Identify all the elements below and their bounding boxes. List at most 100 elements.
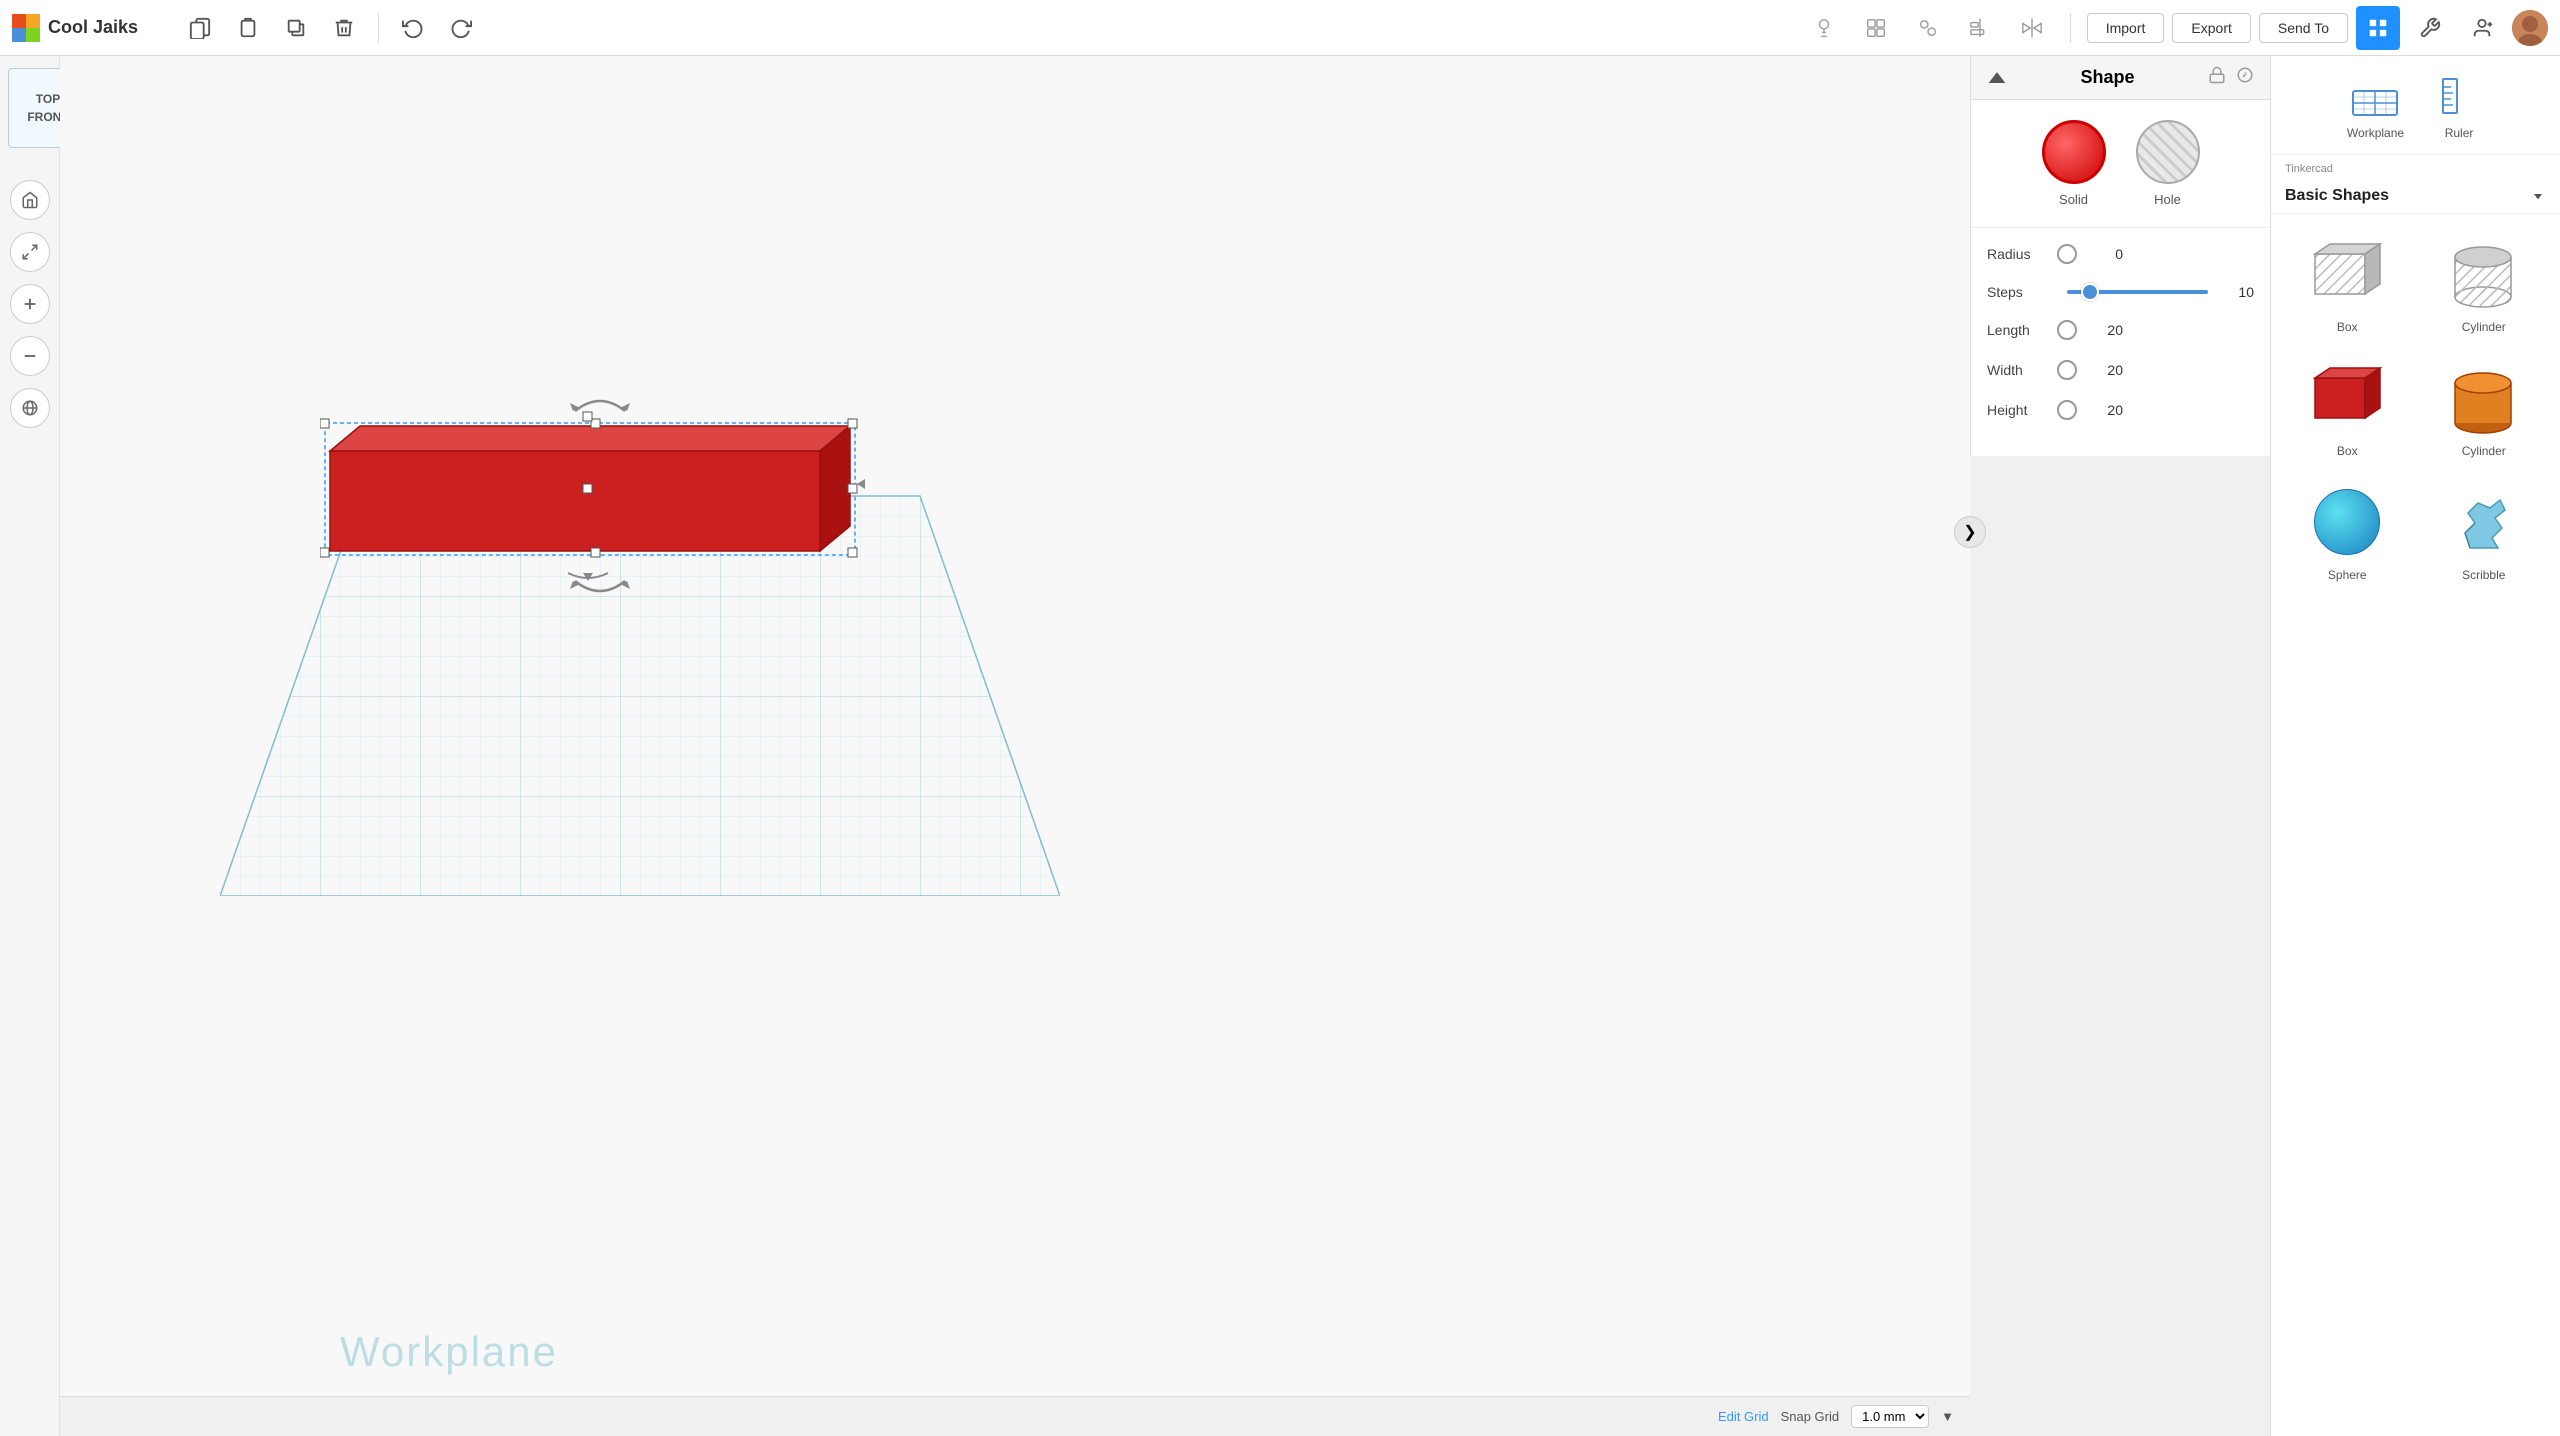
- workplane-icon: [2350, 70, 2400, 120]
- hole-type-button[interactable]: Hole: [2136, 120, 2200, 207]
- scribble-thumb: [2444, 482, 2524, 562]
- zoom-out-button[interactable]: [10, 336, 50, 376]
- ruler-tool-label: Ruler: [2445, 126, 2474, 140]
- radius-row: Radius 0: [1987, 244, 2254, 264]
- main-area: TOP FRONT: [0, 56, 2560, 1436]
- home-view-button[interactable]: [10, 180, 50, 220]
- group-button[interactable]: [1906, 6, 1950, 50]
- workplane-label: Workplane: [340, 1328, 558, 1376]
- height-label: Height: [1987, 402, 2057, 418]
- panel-collapse-button[interactable]: ❯: [1954, 516, 1986, 548]
- ruler-tool-button[interactable]: Ruler: [2434, 70, 2484, 140]
- zoom-in-button[interactable]: [10, 284, 50, 324]
- undo-button[interactable]: [391, 6, 435, 50]
- snap-arrow[interactable]: ▼: [1941, 1409, 1954, 1424]
- length-row: Length 20: [1987, 320, 2254, 340]
- shapes-dropdown[interactable]: Basic Shapes: [2271, 179, 2560, 214]
- width-value: 20: [2087, 362, 2123, 378]
- steps-slider[interactable]: [2067, 290, 2208, 294]
- rotate-handle-top[interactable]: [570, 386, 630, 416]
- duplicate-button[interactable]: [274, 6, 318, 50]
- viewport[interactable]: Workplane: [60, 56, 1970, 1436]
- tinkercad-logo: [12, 14, 40, 42]
- steps-value: 10: [2218, 284, 2254, 300]
- radius-radio[interactable]: [2057, 244, 2077, 264]
- shape-item-sphere[interactable]: Sphere: [2281, 472, 2414, 592]
- box-red-thumb: [2307, 358, 2387, 438]
- bottom-bar: Edit Grid Snap Grid 1.0 mm 0.5 mm 2.0 mm…: [60, 1396, 1970, 1436]
- tools-button[interactable]: [2408, 6, 2452, 50]
- length-label: Length: [1987, 322, 2057, 338]
- align-button[interactable]: [1958, 6, 2002, 50]
- width-radio[interactable]: [2057, 360, 2077, 380]
- orientation-button[interactable]: [10, 388, 50, 428]
- shapes-button[interactable]: [1854, 6, 1898, 50]
- export-button[interactable]: Export: [2172, 13, 2250, 43]
- radius-value: 0: [2087, 246, 2123, 262]
- panel-help-button[interactable]: [2236, 66, 2254, 89]
- right-panel-top: Workplane Ruler: [2271, 56, 2560, 155]
- cylinder-orange-thumb: [2444, 358, 2524, 438]
- add-user-button[interactable]: [2460, 6, 2504, 50]
- send-to-button[interactable]: Send To: [2259, 13, 2348, 43]
- height-value: 20: [2087, 402, 2123, 418]
- shape-panel-wrapper: ❯ Shape Solid: [1970, 56, 2270, 1436]
- redo-button[interactable]: [439, 6, 483, 50]
- chevron-down-icon: [2530, 188, 2546, 204]
- tinkercad-source-label: Tinkercad: [2271, 155, 2560, 179]
- scribble-icon: [2450, 488, 2518, 556]
- grid-view-button[interactable]: [2356, 6, 2400, 50]
- height-row: Height 20: [1987, 400, 2254, 420]
- shape-item-scribble[interactable]: Scribble: [2418, 472, 2551, 592]
- paste-button[interactable]: [226, 6, 270, 50]
- length-value: 20: [2087, 322, 2123, 338]
- edit-grid-label[interactable]: Edit Grid: [1718, 1409, 1769, 1424]
- shape-params: Radius 0 Steps 10 Length 20: [1971, 228, 2270, 456]
- topbar-right: Import Export Send To: [1802, 6, 2548, 50]
- sphere-label: Sphere: [2328, 568, 2367, 582]
- height-radio[interactable]: [2057, 400, 2077, 420]
- panel-lock-button[interactable]: [2208, 66, 2226, 89]
- hole-circle-icon: [2136, 120, 2200, 184]
- snap-grid-select[interactable]: 1.0 mm 0.5 mm 2.0 mm: [1851, 1405, 1929, 1428]
- fit-view-button[interactable]: [10, 232, 50, 272]
- rotate-handle-bottom[interactable]: [570, 576, 630, 606]
- selected-shape[interactable]: [330, 416, 870, 576]
- box-grey-label: Box: [2337, 320, 2358, 334]
- copy-button[interactable]: [178, 6, 222, 50]
- workplane-tool-button[interactable]: Workplane: [2347, 70, 2404, 140]
- workplane-grid: [220, 296, 1060, 896]
- length-radio[interactable]: [2057, 320, 2077, 340]
- import-button[interactable]: Import: [2087, 13, 2165, 43]
- hole-label: Hole: [2154, 192, 2181, 207]
- sphere-icon: [2314, 489, 2380, 555]
- steps-label: Steps: [1987, 284, 2057, 300]
- right-panel: Workplane Ruler Tinkercad B: [2270, 56, 2560, 1436]
- toolbar: [158, 6, 1802, 50]
- panel-up-arrow[interactable]: [1987, 68, 2007, 88]
- shape-item-cylinder-orange[interactable]: Cylinder: [2418, 348, 2551, 468]
- box-red-label: Box: [2337, 444, 2358, 458]
- shapes-dropdown-label: Basic Shapes: [2285, 187, 2389, 205]
- scribble-label: Scribble: [2462, 568, 2505, 582]
- topbar: Cool Jaiks: [0, 0, 2560, 56]
- workplane-tool-label: Workplane: [2347, 126, 2404, 140]
- cylinder-grey-thumb: [2444, 234, 2524, 314]
- width-row: Width 20: [1987, 360, 2254, 380]
- shape-item-box-red[interactable]: Box: [2281, 348, 2414, 468]
- shapes-grid: Box Cylinder: [2271, 214, 2560, 602]
- lightbulb-button[interactable]: [1802, 6, 1846, 50]
- mirror-button[interactable]: [2010, 6, 2054, 50]
- ruler-icon: [2434, 70, 2484, 120]
- width-label: Width: [1987, 362, 2057, 378]
- shape-item-box-grey[interactable]: Box: [2281, 224, 2414, 344]
- cylinder-orange-label: Cylinder: [2462, 444, 2506, 458]
- user-avatar[interactable]: [2512, 10, 2548, 46]
- steps-row: Steps 10: [1987, 284, 2254, 300]
- nav-buttons: [10, 176, 50, 428]
- shape-type-selector: Solid Hole: [1971, 100, 2270, 228]
- shape-item-cylinder-grey[interactable]: Cylinder: [2418, 224, 2551, 344]
- delete-button[interactable]: [322, 6, 366, 50]
- solid-type-button[interactable]: Solid: [2042, 120, 2106, 207]
- panel-icons: [2208, 66, 2254, 89]
